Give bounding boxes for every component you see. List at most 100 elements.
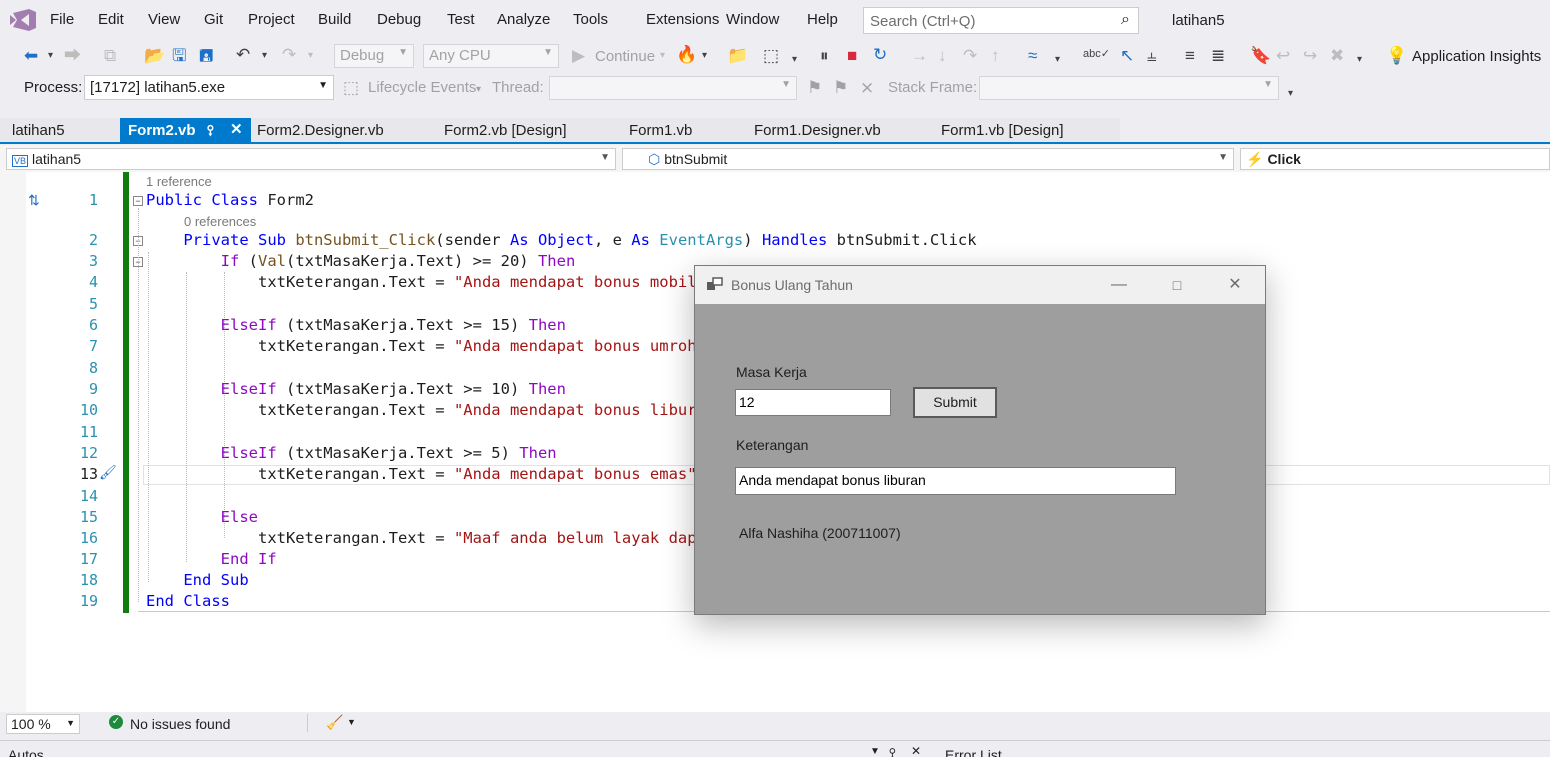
clear-bookmarks-icon[interactable]: ✖ xyxy=(1330,46,1344,66)
autos-panel-title[interactable]: Autos xyxy=(8,748,44,757)
diagnostic-tools-icon[interactable]: ≈ xyxy=(1028,46,1037,66)
code-line[interactable]: Private Sub btnSubmit_Click(sender As Ob… xyxy=(146,231,976,249)
break-all-icon[interactable]: ⏸ xyxy=(820,46,829,66)
code-line[interactable]: txtKeterangan.Text = "Anda mendapat bonu… xyxy=(146,273,706,291)
menu-item[interactable]: Analyze xyxy=(497,11,550,28)
navigate-back-icon[interactable]: ⬅ xyxy=(24,46,38,66)
code-line[interactable]: Public Class Form2 xyxy=(146,191,314,209)
menu-item[interactable]: Debug xyxy=(377,11,421,28)
code-line[interactable]: txtKeterangan.Text = "Anda mendapat bonu… xyxy=(146,401,725,419)
tab-form1-designer[interactable]: Form1.Designer.vb xyxy=(746,118,889,142)
chevron-down-icon[interactable]: ▾ xyxy=(308,46,313,66)
chevron-down-icon[interactable]: ▾ xyxy=(660,46,665,66)
menu-item[interactable]: Edit xyxy=(98,11,124,28)
stack-frame-dropdown[interactable]: ▼ xyxy=(979,76,1279,100)
window-layout-icon[interactable]: ⬚ xyxy=(763,46,779,66)
browse-folder-icon[interactable]: 📁 xyxy=(727,46,748,66)
code-line[interactable]: End Class xyxy=(146,592,230,610)
tab-latihan5[interactable]: latihan5 xyxy=(4,118,73,142)
menu-item[interactable]: Test xyxy=(447,11,475,28)
search-input[interactable]: Search (Ctrl+Q) ⌕ xyxy=(863,7,1139,34)
menu-item[interactable]: File xyxy=(50,11,74,28)
codelens-references[interactable]: 0 references xyxy=(184,214,256,229)
references-icon[interactable]: ⇅ xyxy=(28,192,40,209)
step-into-icon[interactable]: ↓ xyxy=(938,46,947,66)
codelens-references[interactable]: 1 reference xyxy=(146,174,212,189)
zoom-dropdown[interactable]: 100 % ▼ xyxy=(6,714,80,734)
outdent-icon[interactable]: ≣ xyxy=(1211,46,1225,66)
toggle-panel-icon[interactable]: ⫨ xyxy=(1147,46,1157,66)
menu-item[interactable]: Help xyxy=(807,11,838,28)
chevron-down-icon[interactable]: ▾ xyxy=(1055,50,1060,70)
flag-thread-icon[interactable]: ⚑ xyxy=(807,78,822,98)
play-icon[interactable]: ▶ xyxy=(572,46,585,66)
chevron-down-icon[interactable]: ▾ xyxy=(702,46,707,66)
menu-item[interactable]: Project xyxy=(248,11,295,28)
code-line[interactable]: Else xyxy=(146,508,258,526)
stop-debugging-icon[interactable]: ■ xyxy=(847,46,857,66)
event-dropdown[interactable]: ⚡ Click xyxy=(1240,148,1550,170)
chevron-down-icon[interactable]: ▾ xyxy=(1357,50,1362,70)
collapse-icon[interactable]: − xyxy=(133,196,143,206)
flag-all-threads-icon[interactable]: ⚑ xyxy=(833,78,848,98)
toggle-external-code-icon[interactable]: ⨯ xyxy=(860,78,874,98)
object-dropdown[interactable]: ⬡ btnSubmit ▼ xyxy=(622,148,1234,170)
tab-form1-design[interactable]: Form1.vb [Design] xyxy=(933,118,1072,142)
close-icon[interactable]: ✕ xyxy=(230,120,243,138)
code-line[interactable]: If (Val(txtMasaKerja.Text) >= 20) Then xyxy=(146,252,576,270)
minimize-icon[interactable]: — xyxy=(1105,273,1133,297)
redo-icon[interactable]: ↷ xyxy=(282,45,296,65)
code-line[interactable]: txtKeterangan.Text = "Anda mendapat bonu… xyxy=(146,465,697,483)
chevron-down-icon[interactable]: ▼ xyxy=(347,717,356,727)
tab-form1-vb[interactable]: Form1.vb xyxy=(621,118,700,142)
chevron-down-icon[interactable]: ▾ xyxy=(792,50,797,70)
navigate-forward-icon[interactable]: ⮕ xyxy=(64,46,81,66)
project-dropdown[interactable]: VB latihan5 ▼ xyxy=(6,148,616,170)
save-icon[interactable]: 🖫 xyxy=(172,46,186,66)
masa-kerja-input[interactable]: 12 xyxy=(735,389,891,416)
code-line[interactable]: ElseIf (txtMasaKerja.Text >= 10) Then xyxy=(146,380,566,398)
quick-actions-brush-icon[interactable]: 🖌 xyxy=(99,464,117,481)
step-over-icon[interactable]: ↷ xyxy=(963,46,977,66)
error-list-panel-title[interactable]: Error List xyxy=(945,748,1002,757)
dialog-title-bar[interactable]: Bonus Ulang Tahun — □ ✕ xyxy=(695,266,1265,304)
pin-icon[interactable]: ⯱ xyxy=(889,745,896,757)
tab-form2-vb[interactable]: Form2.vb ⯱ ✕ xyxy=(120,118,251,142)
close-icon[interactable]: ✕ xyxy=(1221,273,1249,297)
chevron-down-icon[interactable]: ▾ xyxy=(48,46,53,66)
solution-platform-dropdown[interactable]: Any CPU ▼ xyxy=(423,44,559,68)
code-line[interactable]: txtKeterangan.Text = "Anda mendapat bonu… xyxy=(146,337,706,355)
open-folder-icon[interactable]: 📂 xyxy=(144,46,165,66)
process-dropdown[interactable]: [17172] latihan5.exe ▼ xyxy=(84,75,334,100)
code-cleanup-icon[interactable]: 🧹 xyxy=(326,714,343,731)
menu-item[interactable]: Build xyxy=(318,11,351,28)
issues-status[interactable]: No issues found xyxy=(130,716,230,732)
code-line[interactable]: End Sub xyxy=(146,571,248,589)
tab-form2-design[interactable]: Form2.vb [Design] xyxy=(436,118,575,142)
toolbar-options-icon[interactable]: ▾ xyxy=(1288,84,1293,104)
step-out-icon[interactable]: ↑ xyxy=(991,46,1000,66)
show-next-statement-icon[interactable]: → xyxy=(911,46,928,66)
code-line[interactable]: End If xyxy=(146,550,277,568)
chevron-down-icon[interactable]: ▾ xyxy=(476,80,481,100)
bookmark-icon[interactable]: 🔖 xyxy=(1250,46,1271,66)
next-bookmark-icon[interactable]: ↪ xyxy=(1303,46,1317,66)
select-cursor-icon[interactable]: ↖ xyxy=(1120,46,1134,66)
save-all-icon[interactable]: 🖪 xyxy=(199,46,213,66)
menu-item[interactable]: Tools xyxy=(573,11,608,28)
pin-icon[interactable]: ⯱ xyxy=(207,122,214,143)
thread-dropdown[interactable]: ▼ xyxy=(549,76,797,100)
undo-icon[interactable]: ↶ xyxy=(236,45,250,65)
menu-item[interactable]: Window xyxy=(726,11,779,28)
chevron-down-icon[interactable]: ▾ xyxy=(262,46,267,66)
spell-check-icon[interactable]: abc✓ xyxy=(1083,44,1110,64)
code-line[interactable]: ElseIf (txtMasaKerja.Text >= 15) Then xyxy=(146,316,566,334)
lightbulb-icon[interactable]: 💡 xyxy=(1386,46,1407,66)
restart-icon[interactable]: ↻ xyxy=(873,45,887,65)
new-project-icon[interactable]: ⧉ xyxy=(104,46,116,66)
close-icon[interactable]: ✕ xyxy=(911,744,921,757)
menu-item[interactable]: View xyxy=(148,11,180,28)
code-line[interactable]: ElseIf (txtMasaKerja.Text >= 5) Then xyxy=(146,444,557,462)
hot-reload-icon[interactable]: 🔥 xyxy=(676,45,697,65)
tab-form2-designer[interactable]: Form2.Designer.vb xyxy=(249,118,392,142)
